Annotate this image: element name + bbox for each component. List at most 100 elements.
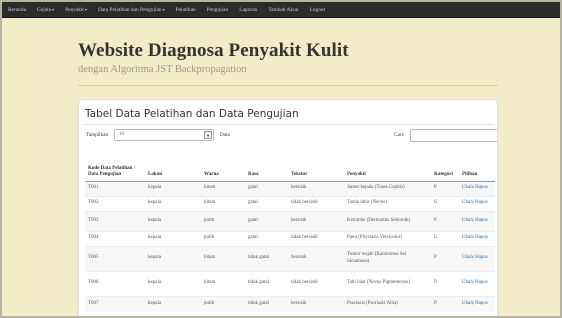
cell-lokasi: kepala	[145, 245, 201, 271]
dropdown-arrow-icon: ▾	[204, 131, 212, 139]
table-row: T002 kepala hitam gatal tidak bersisik T…	[85, 195, 495, 211]
column-header-warna[interactable]: Warna	[201, 148, 245, 182]
cell-warna: putih	[201, 295, 245, 312]
cell-kategori: P	[431, 180, 459, 196]
cell-rasa: tidak gatal	[245, 270, 288, 296]
cell-tekstur: bersisik	[288, 245, 344, 271]
show-entries-label: Tampilkan	[86, 132, 109, 138]
edit-delete-link[interactable]: Ubah| Hapus	[462, 200, 488, 205]
cell-penyakit: Ketombe (Dermatitis Seboroik)	[344, 210, 431, 231]
caret-down-icon: ▾	[52, 6, 55, 12]
column-header-rasa[interactable]: Rasa	[245, 148, 288, 182]
column-header-kode[interactable]: Kode Data Pelatihan / Data Pengujian	[85, 148, 145, 182]
cell-kategori: U	[431, 230, 459, 246]
nav-item-tambah-akun[interactable]: Tambah Akun	[268, 7, 298, 13]
edit-delete-link[interactable]: Ubah| Hapus	[462, 280, 488, 285]
data-table: Kode Data Pelatihan / Data Pengujian Lok…	[85, 148, 495, 312]
page-header: Website Diagnosa Penyakit Kulit dengan A…	[78, 40, 498, 75]
cell-rasa: gatal	[245, 180, 288, 196]
cell-lokasi: kepala	[145, 295, 201, 312]
cell-kode: T001	[85, 180, 145, 196]
cell-tekstur: bersisik	[288, 180, 344, 196]
cell-kode: T002	[85, 195, 145, 211]
nav-item-pengujian[interactable]: Pengujian	[207, 7, 229, 13]
cell-warna: putih	[201, 230, 245, 246]
cell-penyakit: Panu (Pityriasis Versicolor)	[344, 230, 431, 246]
column-header-pilihan[interactable]: Pilihan	[459, 148, 495, 182]
top-navbar: Beranda Gejala▾ Penyakit▾ Data Pelatihan…	[2, 2, 560, 18]
search-input[interactable]	[410, 129, 497, 142]
entries-per-page-value: 10	[119, 132, 124, 137]
caret-down-icon: ▾	[162, 6, 165, 12]
cell-rasa: tidak gatal	[245, 245, 288, 271]
caret-down-icon: ▾	[84, 6, 87, 12]
header-divider	[78, 85, 498, 86]
edit-delete-link[interactable]: Ubah| Hapus	[462, 301, 488, 306]
nav-item-laporan[interactable]: Laporan	[239, 7, 257, 13]
cell-warna: hitam	[201, 180, 245, 196]
column-header-lokasi[interactable]: Lokasi	[145, 148, 201, 182]
cell-lokasi: kepala	[145, 180, 201, 196]
table-row: T006 kepala hitam tidak gatal tidak bers…	[85, 270, 495, 296]
cell-penyakit: Psoriasis (Psoriasis Alba)	[344, 295, 431, 312]
cell-penyakit: Jamur kepala (Tinea Capitis)	[344, 180, 431, 196]
cell-lokasi: kepala	[145, 210, 201, 231]
cell-kode: T007	[85, 295, 145, 312]
cell-lokasi: kepala	[145, 270, 201, 296]
cell-warna: hitam	[201, 245, 245, 271]
table-row: T004 kepala putih gatal tidak bersisik P…	[85, 230, 495, 246]
page-subtitle: dengan Algoritma JST Backpropagation	[78, 64, 247, 75]
column-header-tekstur[interactable]: Tekstur	[288, 148, 344, 182]
cell-tekstur: tidak bersisik	[288, 195, 344, 211]
cell-warna: putih	[201, 210, 245, 231]
table-row: T005 kepala hitam tidak gatal bersisik T…	[85, 245, 495, 271]
cell-rasa: gatal	[245, 195, 288, 211]
data-table-panel: Tabel Data Pelatihan dan Data Pengujian …	[78, 99, 498, 316]
cell-rasa: tidak gatal	[245, 295, 288, 312]
cell-penyakit: Tumor wajah (Karsinoma Sel Skuamosa)	[344, 245, 431, 271]
cell-kode: T005	[85, 245, 145, 271]
cell-rasa: gatal	[245, 210, 288, 231]
edit-delete-link[interactable]: Ubah| Hapus	[462, 218, 488, 223]
cell-rasa: gatal	[245, 230, 288, 246]
cell-tekstur: tidak bersisik	[288, 230, 344, 246]
data-label: Data	[220, 132, 230, 138]
edit-delete-link[interactable]: Ubah| Hapus	[462, 255, 488, 260]
cell-tekstur: tidak bersisik	[288, 270, 344, 296]
nav-item-data-pelatihan-pengujian[interactable]: Data Pelatihan dan Pengujian▾	[98, 7, 165, 13]
edit-delete-link[interactable]: Ubah| Hapus	[462, 235, 488, 240]
table-header-row: Kode Data Pelatihan / Data Pengujian Lok…	[85, 148, 495, 182]
nav-item-beranda[interactable]: Beranda	[8, 7, 26, 13]
table-controls: Tampilkan 10 ▾ Data Cari:	[86, 128, 497, 144]
nav-item-logout[interactable]: Logout	[310, 7, 326, 13]
cell-penyakit: Tanda lahir (Nevus)	[344, 195, 431, 211]
page-title: Website Diagnosa Penyakit Kulit	[78, 40, 349, 61]
edit-delete-link[interactable]: Ubah| Hapus	[462, 185, 488, 190]
cell-kode: T004	[85, 230, 145, 246]
cell-lokasi: kepala	[145, 230, 201, 246]
cell-kategori: U	[431, 195, 459, 211]
nav-item-gejala[interactable]: Gejala▾	[37, 7, 54, 13]
entries-per-page-select[interactable]: 10 ▾	[114, 129, 214, 141]
search-label: Cari:	[394, 132, 405, 138]
cell-kode: T003	[85, 210, 145, 231]
browser-frame: Beranda Gejala▾ Penyakit▾ Data Pelatihan…	[0, 0, 562, 318]
cell-kode: T006	[85, 270, 145, 296]
table-row: T007 kepala putih tidak gatal bersisik P…	[85, 295, 495, 312]
panel-title: Tabel Data Pelatihan dan Data Pengujian	[85, 108, 299, 120]
cell-warna: hitam	[201, 270, 245, 296]
cell-kategori: P	[431, 245, 459, 271]
nav-item-penyakit[interactable]: Penyakit▾	[65, 7, 87, 13]
cell-kategori: P	[431, 210, 459, 231]
table-row: T003 kepala putih gatal bersisik Ketombe…	[85, 210, 495, 231]
cell-warna: hitam	[201, 195, 245, 211]
column-header-kategori[interactable]: Kategori	[431, 148, 459, 182]
cell-tekstur: bersisik	[288, 295, 344, 312]
nav-item-pelatihan[interactable]: Pelatihan	[176, 7, 196, 13]
cell-penyakit: Tahi lalat (Nevus Pigmentosus)	[344, 270, 431, 296]
cell-kategori: P	[431, 295, 459, 312]
cell-kategori: P	[431, 270, 459, 296]
column-header-penyakit[interactable]: Penyakit	[344, 148, 431, 182]
cell-lokasi: kepala	[145, 195, 201, 211]
cell-tekstur: bersisik	[288, 210, 344, 231]
